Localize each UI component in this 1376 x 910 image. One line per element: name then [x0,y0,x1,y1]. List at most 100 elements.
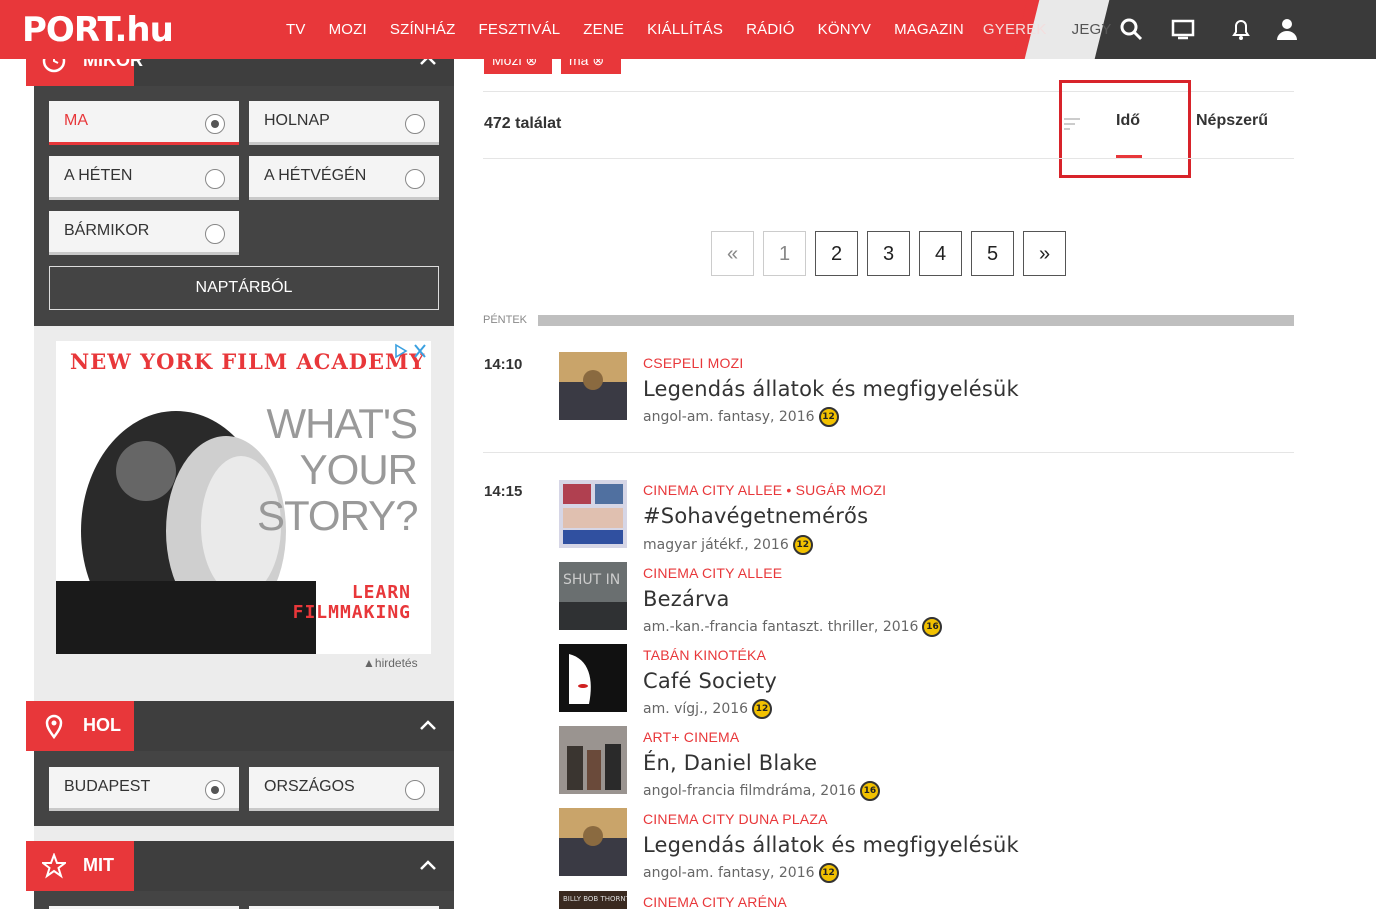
pagination-page-4[interactable]: 4 [919,231,962,276]
filter-chip-ma[interactable]: ma ⊗ [561,59,621,74]
advertisement[interactable]: NEW YORK FILM ACADEMY WHAT'S YOUR STORY?… [56,341,431,654]
nav-item-konyv[interactable]: KÖNYV [818,21,872,38]
age-rating-badge: 12 [818,407,839,427]
movie-poster[interactable] [559,480,627,548]
nav-item-jegy[interactable]: JEGY [1072,21,1112,38]
cinema-link[interactable]: CINEMA CITY DUNA PLAZA [643,811,828,827]
divider [483,158,1294,159]
movie-title[interactable]: #Sohavégetnemérős [643,504,868,528]
pagination-page-2[interactable]: 2 [815,231,858,276]
cinema-link[interactable]: ART+ CINEMA [643,729,739,745]
chip-label: Mozi [492,59,522,68]
movie-poster[interactable]: BILLY BOB THORNTON [559,891,627,909]
movie-meta: am.-kan.-francia fantaszt. thriller, 201… [643,617,943,637]
option-label: BUDAPEST [64,778,151,795]
nav-item-tv[interactable]: TV [286,21,306,38]
filter-chip-mozi[interactable]: Mozi ⊗ [484,59,552,74]
meta-text: angol-am. fantasy, 2016 [643,409,815,425]
option-orszagos[interactable]: ORSZÁGOS [249,767,439,811]
movie-poster[interactable]: SHUT IN [559,562,627,630]
chevron-up-icon[interactable] [418,715,438,735]
radio-button[interactable] [205,169,225,189]
chevron-up-icon[interactable] [418,855,438,875]
option-label: BÁRMIKOR [64,222,150,239]
movie-meta: angol-francia filmdráma, 2016 16 [643,781,880,801]
age-rating-badge: 16 [922,617,943,637]
radio-button[interactable] [405,780,425,800]
meta-text: am. vígj., 2016 [643,701,749,717]
star-icon [42,853,66,879]
ad-headline: NEW YORK FILM ACADEMY [70,349,426,374]
ad-question: WHAT'S YOUR STORY? [257,400,419,539]
radio-button[interactable] [205,224,225,244]
movie-poster[interactable] [559,352,627,420]
option-label: A HÉTEN [64,167,133,184]
site-logo[interactable]: PORT.hu [22,10,174,50]
pagination-next[interactable]: » [1023,231,1066,276]
option-label: ORSZÁGOS [264,778,355,795]
location-pin-icon [45,714,63,739]
cinema-link[interactable]: CINEMA CITY ARÉNA [643,894,787,910]
age-rating-badge: 12 [792,535,813,555]
pagination-page-1[interactable]: 1 [763,231,806,276]
movie-meta: angol-am. fantasy, 2016 12 [643,407,839,427]
nav-item-szinhaz[interactable]: SZÍNHÁZ [390,21,456,38]
nav-item-kiallitas[interactable]: KIÁLLÍTÁS [647,21,723,38]
movie-title[interactable]: Legendás állatok és megfigyelésük [643,833,1019,857]
age-rating-badge: 16 [859,781,880,801]
section-title-hol: HOL [83,715,121,735]
radio-button[interactable] [405,169,425,189]
showtime: 14:10 [484,356,523,373]
cinema-link[interactable]: TABÁN KINOTÉKA [643,647,766,663]
age-rating-badge: 12 [752,699,773,719]
nav-item-magazin[interactable]: MAGAZIN [894,21,964,38]
movie-title[interactable]: Legendás állatok és megfigyelésük [643,377,1019,401]
radio-button[interactable] [405,114,425,134]
pagination-prev[interactable]: « [711,231,754,276]
sort-tab-nepszeru[interactable]: Népszerű [1196,112,1268,130]
option-a-heten[interactable]: A HÉTEN [49,156,239,200]
movie-title[interactable]: Café Society [643,669,777,693]
user-icon[interactable] [1274,16,1300,42]
movie-title[interactable]: Én, Daniel Blake [643,751,817,775]
day-separator [538,315,1294,326]
movie-meta: am. vígj., 2016 12 [643,699,773,719]
radio-button[interactable] [205,114,225,134]
movie-poster[interactable] [559,808,627,876]
section-header-mit[interactable]: MIT [26,841,454,891]
cinema-link[interactable]: CINEMA CITY ALLEE • SUGÁR MOZI [643,482,886,498]
option-label: MA [64,112,88,129]
movie-title[interactable]: Bezárva [643,587,730,611]
bell-icon[interactable] [1228,16,1254,42]
nav-item-fesztival[interactable]: FESZTIVÁL [478,21,560,38]
meta-text: magyar játékf., 2016 [643,537,789,553]
ad-label-text: hirdetés [374,656,418,670]
option-ma[interactable]: MA [49,101,239,145]
tv-icon[interactable] [1170,16,1196,42]
cinema-link[interactable]: CSEPELI MOZI [643,355,743,371]
nav-item-radio[interactable]: RÁDIÓ [746,21,795,38]
section-title-mit: MIT [83,855,114,875]
nav-item-zene[interactable]: ZENE [583,21,624,38]
radio-button[interactable] [205,780,225,800]
option-barmikor[interactable]: BÁRMIKOR [49,211,239,255]
divider [483,452,1294,453]
section-header-hol[interactable]: HOL [26,701,454,751]
pagination-page-5[interactable]: 5 [971,231,1014,276]
cinema-link[interactable]: CINEMA CITY ALLEE [643,565,782,581]
option-budapest[interactable]: BUDAPEST [49,767,239,811]
pagination-page-3[interactable]: 3 [867,231,910,276]
ad-choices-icon[interactable] [393,342,429,360]
search-icon[interactable] [1118,16,1144,42]
movie-meta: magyar játékf., 2016 12 [643,535,813,555]
meta-text: angol-am. fantasy, 2016 [643,865,815,881]
movie-meta: angol-am. fantasy, 2016 12 [643,863,839,883]
option-a-hetvegen[interactable]: A HÉTVÉGÉN [249,156,439,200]
calendar-button[interactable]: NAPTÁRBÓL [49,266,439,310]
chip-label: ma [569,59,589,68]
movie-poster[interactable] [559,644,627,712]
nav-item-mozi[interactable]: MOZI [329,21,367,38]
movie-poster[interactable] [559,726,627,794]
nav-item-gyerek[interactable]: GYEREK [983,21,1047,38]
option-holnap[interactable]: HOLNAP [249,101,439,145]
